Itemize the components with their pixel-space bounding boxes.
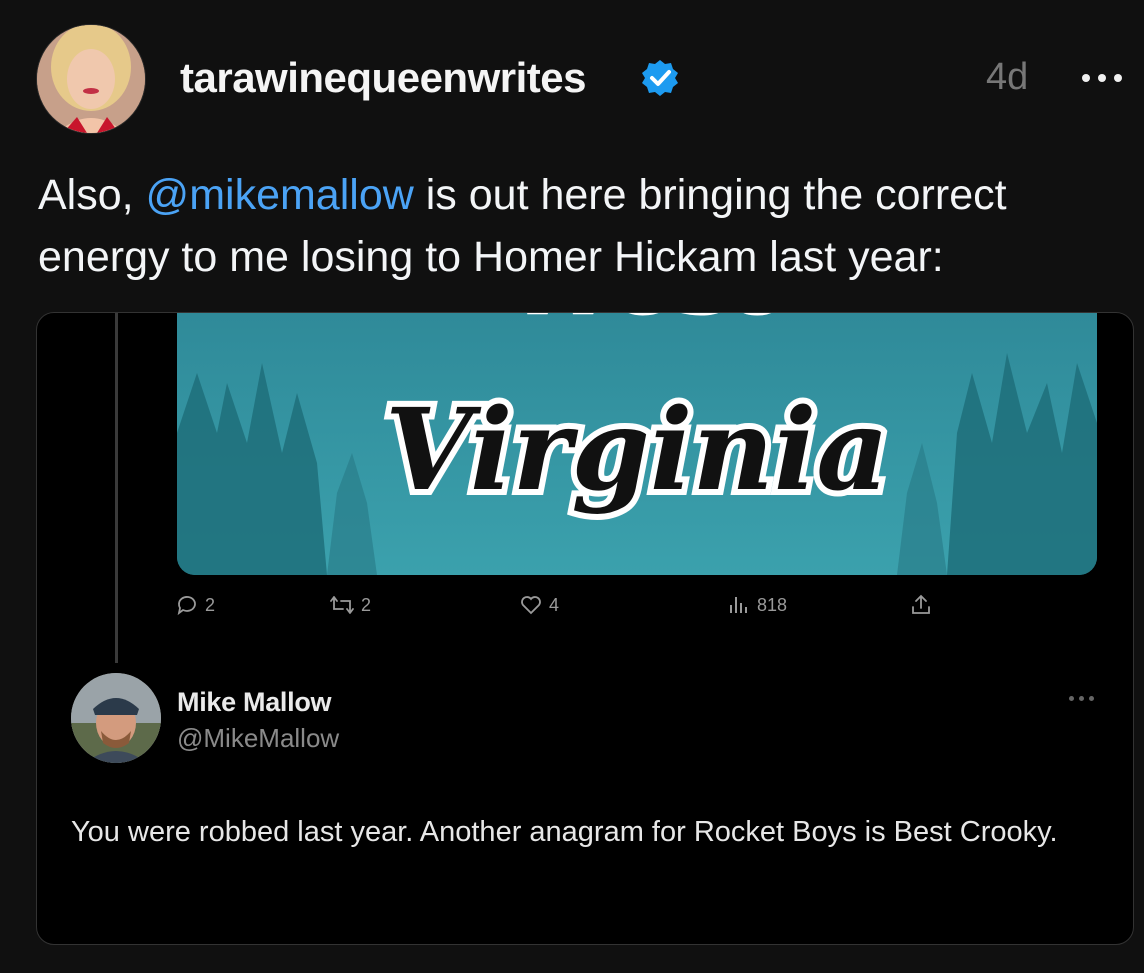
verified-badge-icon	[642, 60, 678, 96]
reply-avatar[interactable]	[71, 673, 161, 763]
quoted-post-image[interactable]: West Virginia 2 2 4 818	[36, 312, 1134, 945]
banner-text: Virginia	[385, 385, 889, 516]
repost-action[interactable]: 2	[329, 593, 371, 617]
mention-link[interactable]: @mikemallow	[146, 171, 414, 219]
share-action[interactable]	[909, 593, 933, 617]
banner-partial-text: West	[512, 313, 782, 333]
author-username[interactable]: tarawinequeenwrites	[180, 54, 586, 102]
like-action[interactable]: 4	[519, 593, 559, 617]
reply-author-handle[interactable]: @MikeMallow	[177, 723, 339, 754]
reply-icon	[177, 596, 196, 616]
share-icon	[912, 594, 930, 614]
more-options-icon[interactable]	[1078, 54, 1126, 94]
post-text: Also, @mikemallow is out here bringing t…	[38, 171, 1007, 281]
reply-text: You were robbed last year. Another anagr…	[71, 816, 1058, 848]
tweet-actions: 2 2 4 818	[175, 593, 1075, 623]
repost-icon	[330, 596, 354, 614]
west-virginia-banner: West Virginia	[177, 313, 1097, 575]
reply-action[interactable]: 2	[175, 593, 215, 617]
reply-author-name[interactable]: Mike Mallow	[177, 687, 332, 718]
views-icon	[730, 597, 747, 613]
post-header: tarawinequeenwrites 4d	[0, 0, 1144, 150]
reply-more-icon[interactable]	[1067, 693, 1097, 705]
author-avatar[interactable]	[36, 24, 146, 134]
post-timestamp: 4d	[986, 56, 1029, 98]
like-icon	[521, 596, 541, 615]
thread-line	[115, 313, 118, 663]
views-action[interactable]: 818	[727, 593, 787, 617]
